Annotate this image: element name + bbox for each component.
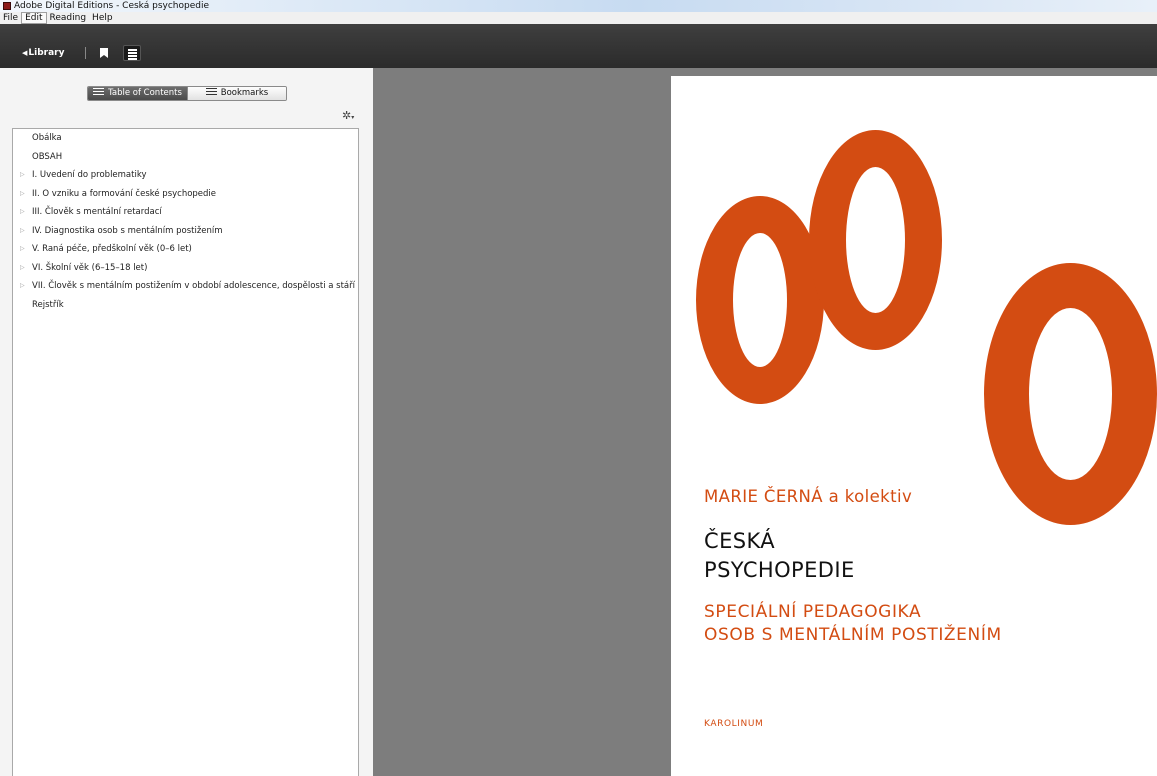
gear-icon[interactable]: ✲▾ xyxy=(342,110,354,124)
toc-item-label: III. Člověk s mentální retardací xyxy=(32,207,162,217)
toc-item[interactable]: ▷ VI. Školní věk (6–15–18 let) xyxy=(13,259,358,277)
tab-toc-label: Table of Contents xyxy=(108,88,182,98)
toc-item[interactable]: Rejstřík xyxy=(13,296,358,314)
expand-triangle-icon[interactable]: ▷ xyxy=(20,222,25,240)
expand-triangle-icon[interactable]: ▷ xyxy=(20,166,25,184)
toolbar-divider xyxy=(85,47,86,59)
list-icon-line xyxy=(128,52,137,54)
cover-subtitle-line1: SPECIÁLNÍ PEDAGOGIKA xyxy=(704,602,922,622)
expand-triangle-icon[interactable]: ▷ xyxy=(20,240,25,258)
menu-edit[interactable]: Edit xyxy=(21,12,47,24)
toc-item-label: Obálka xyxy=(32,133,62,143)
cover-graphic-o-left xyxy=(696,196,824,404)
back-arrow-icon: ◀ xyxy=(22,49,28,57)
library-label: Library xyxy=(28,48,65,58)
toc-item-label: OBSAH xyxy=(32,151,63,162)
toc-item-label: VI. Školní věk (6–15–18 let) xyxy=(32,262,148,273)
toc-item[interactable]: Obálka xyxy=(13,129,358,147)
toc-item[interactable]: ▷ II. O vzniku a formování české psychope… xyxy=(13,185,358,203)
toc-item-label: Rejstřík xyxy=(32,299,64,310)
menu-help[interactable]: Help xyxy=(89,12,116,24)
cover-subtitle-line2: OSOB S MENTÁLNÍM POSTIŽENÍM xyxy=(704,625,1002,645)
toc-toggle-button[interactable] xyxy=(123,45,141,61)
toc-item-label: VII. Člověk s mentálním postižením v obd… xyxy=(32,281,355,291)
cover-subtitle: SPECIÁLNÍ PEDAGOGIKA OSOB S MENTÁLNÍM PO… xyxy=(704,601,1002,647)
bookmarks-list-icon xyxy=(205,88,217,96)
bookmark-icon[interactable] xyxy=(100,48,108,58)
toc-item[interactable]: ▷ I. Uvedení do problematiky xyxy=(13,166,358,184)
reading-pane[interactable]: MARIE ČERNÁ a kolektiv ČESKÁ PSYCHOPEDIE… xyxy=(373,68,1157,776)
expand-triangle-icon[interactable]: ▷ xyxy=(20,203,25,221)
toc-item-label: IV. Diagnostika osob s mentálním postiže… xyxy=(32,225,223,236)
cover-title-line2: PSYCHOPEDIE xyxy=(704,558,855,582)
library-button[interactable]: ◀Library xyxy=(22,47,64,59)
toc-list-icon xyxy=(93,88,105,96)
list-icon-line xyxy=(128,55,137,57)
expand-triangle-icon[interactable]: ▷ xyxy=(20,259,25,277)
tab-bookmarks-label: Bookmarks xyxy=(220,88,269,98)
expand-triangle-icon[interactable]: ▷ xyxy=(20,277,25,295)
toc-item[interactable]: ▷ VII. Člověk s mentálním postižením v ob… xyxy=(13,277,358,295)
app-window: Adobe Digital Editions - Ceská psychoped… xyxy=(0,0,1157,776)
menu-bar: File Edit Reading Help xyxy=(0,12,1157,24)
tab-table-of-contents[interactable]: Table of Contents xyxy=(88,87,187,100)
sidebar-tab-switch: Table of Contents Bookmarks xyxy=(87,86,287,101)
toc-item-label: II. O vzniku a formování české psychoped… xyxy=(32,188,217,199)
toc-list: Obálka OBSAH ▷ I. Uvedení do problematiky ▷ I… xyxy=(12,128,359,776)
list-icon-line xyxy=(128,58,137,60)
toc-item-label: V. Raná péče, předškolní věk (0–6 let) xyxy=(32,244,192,254)
menu-file[interactable]: File xyxy=(0,12,21,24)
sidebar-panel: Table of Contents Bookmarks ✲▾ Obálka OBS… xyxy=(0,68,373,776)
cover-graphic-o-right xyxy=(984,263,1157,525)
tab-bookmarks[interactable]: Bookmarks xyxy=(187,87,286,100)
title-bar: Adobe Digital Editions - Ceská psychoped… xyxy=(0,0,1157,12)
expand-triangle-icon[interactable]: ▷ xyxy=(20,185,25,203)
book-page: MARIE ČERNÁ a kolektiv ČESKÁ PSYCHOPEDIE… xyxy=(671,76,1157,776)
toolbar xyxy=(0,24,1157,68)
cover-author: MARIE ČERNÁ a kolektiv xyxy=(704,487,913,506)
toc-item[interactable]: ▷ V. Raná péče, předškolní věk (0–6 let) xyxy=(13,240,358,258)
cover-title: ČESKÁ PSYCHOPEDIE xyxy=(704,527,855,585)
cover-title-line1: ČESKÁ xyxy=(704,529,776,553)
menu-reading[interactable]: Reading xyxy=(47,12,90,24)
app-icon xyxy=(3,2,11,10)
cover-graphic-o-middle xyxy=(809,130,942,350)
window-title: Adobe Digital Editions - Ceská psychoped… xyxy=(14,1,210,11)
toc-item[interactable]: ▷ IV. Diagnostika osob s mentálním postiž… xyxy=(13,222,358,240)
toc-item[interactable]: ▷ III. Člověk s mentální retardací xyxy=(13,203,358,221)
toc-item-label: I. Uvedení do problematiky xyxy=(32,170,147,180)
cover-publisher: KAROLINUM xyxy=(704,719,764,729)
list-icon xyxy=(128,49,137,51)
toc-item[interactable]: OBSAH xyxy=(13,148,358,166)
